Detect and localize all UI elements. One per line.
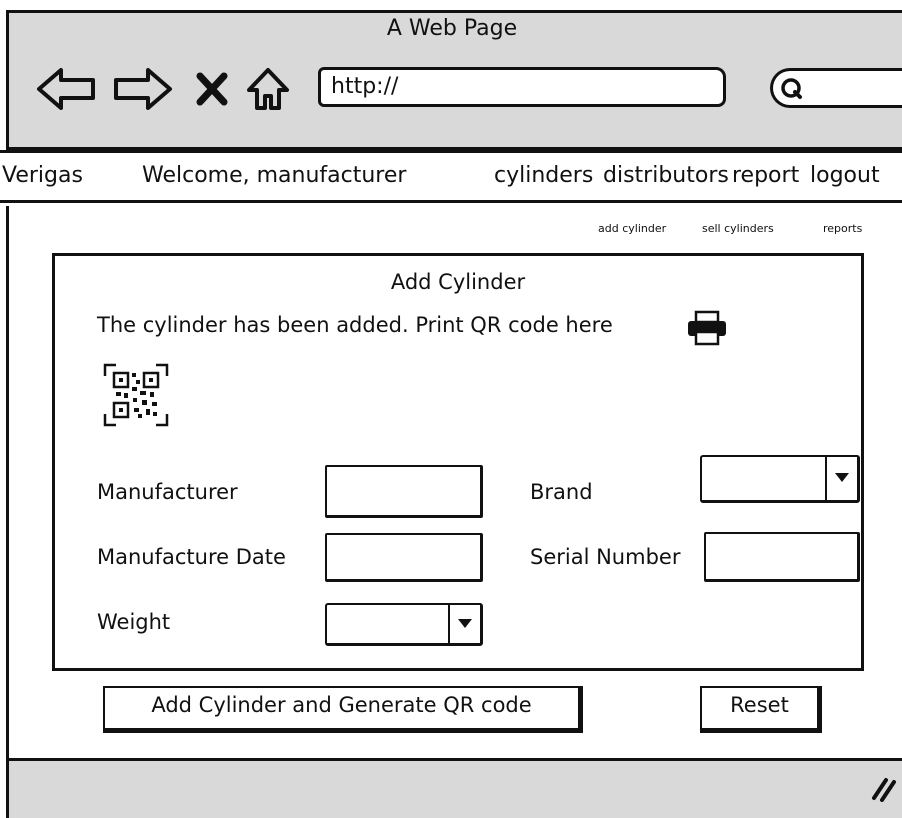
menu-item-cylinders[interactable]: cylinders — [494, 163, 593, 188]
status-bar — [6, 758, 902, 818]
brand-label: Brand — [530, 480, 593, 504]
sublink-reports[interactable]: reports — [823, 222, 862, 235]
reset-button[interactable]: Reset — [700, 686, 822, 733]
brand-select[interactable] — [700, 455, 860, 503]
panel-title: Add Cylinder — [390, 270, 526, 294]
serial-number-input[interactable] — [704, 532, 860, 582]
chevron-down-icon — [835, 473, 849, 482]
back-arrow-icon[interactable] — [35, 66, 99, 112]
search-icon — [781, 78, 802, 99]
welcome-text: Welcome, manufacturer — [142, 163, 407, 188]
forward-arrow-icon[interactable] — [110, 66, 174, 112]
menu-bar: Verigas Welcome, manufacturer cylinders … — [0, 150, 902, 203]
menu-item-distributors[interactable]: distributors — [603, 163, 729, 188]
dropdown-button[interactable] — [825, 457, 857, 500]
url-input[interactable]: http:// — [318, 67, 726, 107]
serial-number-label: Serial Number — [530, 545, 681, 569]
window-title: A Web Page — [386, 16, 518, 41]
resize-grip-icon[interactable] — [868, 774, 898, 802]
menu-item-report[interactable]: report — [732, 163, 799, 188]
sublink-sell-cylinders[interactable]: sell cylinders — [702, 222, 774, 235]
sublink-add-cylinder[interactable]: add cylinder — [598, 222, 666, 235]
success-message: The cylinder has been added. Print QR co… — [97, 313, 613, 337]
add-cylinder-button[interactable]: Add Cylinder and Generate QR code — [103, 686, 583, 733]
stop-icon[interactable] — [196, 72, 228, 106]
printer-icon[interactable] — [686, 310, 728, 346]
menu-item-logout[interactable]: logout — [810, 163, 880, 188]
weight-label: Weight — [97, 610, 171, 634]
manufacture-date-label: Manufacture Date — [97, 545, 286, 569]
dropdown-button[interactable] — [448, 605, 480, 643]
manufacturer-label: Manufacturer — [97, 480, 238, 504]
chevron-down-icon — [458, 619, 472, 628]
manufacturer-input[interactable] — [325, 465, 483, 518]
brand-link[interactable]: Verigas — [2, 163, 83, 188]
manufacture-date-input[interactable] — [325, 533, 483, 582]
qr-code-icon[interactable] — [102, 362, 170, 428]
weight-select[interactable] — [325, 603, 483, 646]
home-icon[interactable] — [245, 66, 291, 112]
